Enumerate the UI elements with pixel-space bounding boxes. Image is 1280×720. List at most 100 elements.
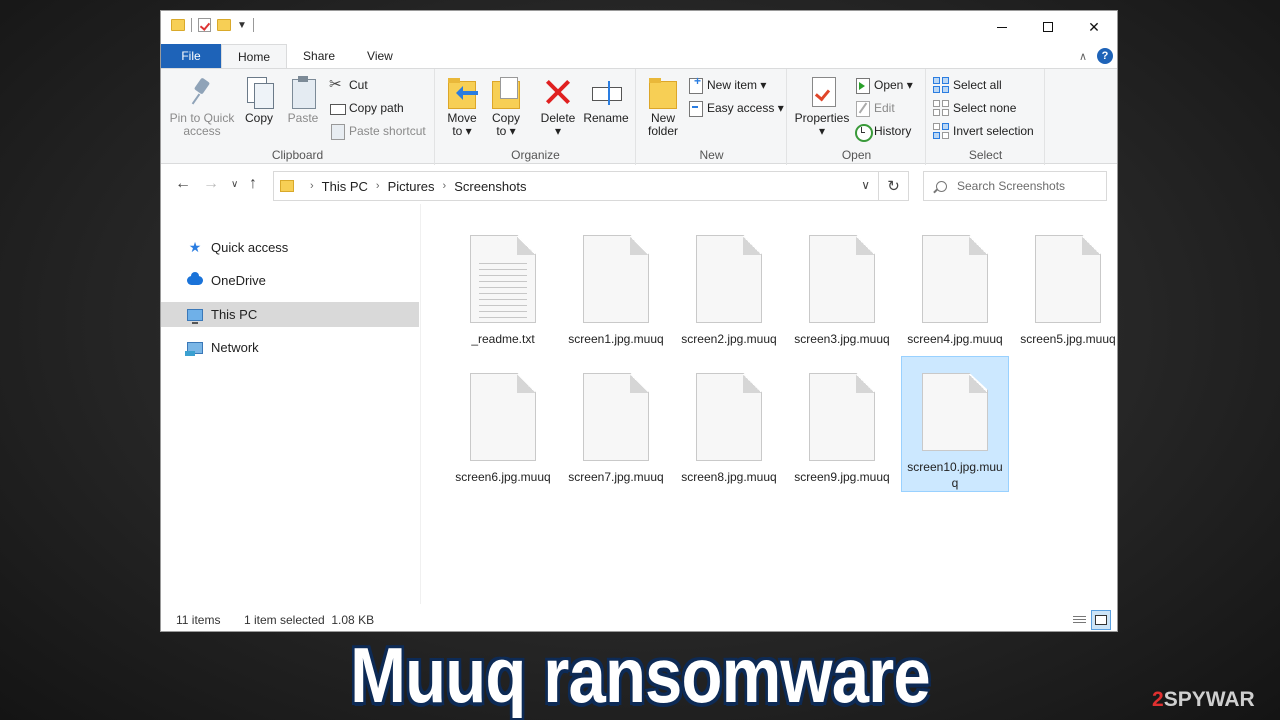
select-all-button[interactable]: Select all [933,75,1002,95]
select-group-label: Select [968,148,1003,162]
chevron-right-icon[interactable]: › [310,180,314,192]
file-item[interactable]: screen2.jpg.muuq [675,218,783,354]
copy-to-button[interactable]: Copy to ▾ [486,75,526,138]
paste-button[interactable]: Paste [283,75,323,125]
help-icon[interactable]: ? [1097,48,1113,64]
toolbar-separator [191,18,192,32]
large-icons-view-button[interactable] [1091,610,1111,630]
file-item[interactable]: screen5.jpg.muuq [1014,218,1117,354]
file-name: screen9.jpg.muuq [794,470,890,484]
paste-icon [287,75,319,109]
file-item[interactable]: screen10.jpg.muuq [901,356,1009,492]
minimize-ribbon-icon[interactable]: ∧ [1079,50,1087,63]
chevron-right-icon[interactable]: › [376,180,380,192]
delete-icon [542,75,574,109]
invert-selection-icon [933,123,949,139]
file-item[interactable]: screen6.jpg.muuq [449,356,557,492]
ribbon-right-icons: ∧ ? [1079,48,1113,64]
new-folder-label-line2: folder [647,124,679,138]
select-none-button[interactable]: Select none [933,98,1016,118]
cut-button[interactable]: Cut [329,75,368,95]
chevron-right-icon[interactable]: › [443,180,447,192]
monitor-icon [187,308,203,324]
pin-to-quick-access-button[interactable]: Pin to Quick access [169,75,235,138]
edit-button[interactable]: Edit [854,98,895,118]
new-folder-icon[interactable] [217,19,231,31]
paste-shortcut-button[interactable]: Paste shortcut [329,121,426,141]
refresh-button[interactable]: ↻ [879,171,909,201]
back-button[interactable]: ← [175,175,191,193]
invert-selection-button[interactable]: Invert selection [933,121,1034,141]
scissors-icon [329,75,345,93]
file-explorer-window: ▼ ✕ File Home Share View ∧ ? Pin to Quic… [160,10,1118,632]
blank-file-icon [922,235,988,323]
easy-access-label: Easy access ▾ [707,101,784,115]
open-label: Open ▾ [874,78,913,92]
copy-icon [243,75,275,109]
nav-item-label: OneDrive [211,273,266,288]
recent-locations-button[interactable]: ∨ [231,179,238,190]
clipboard-group: Pin to Quick access Copy Paste Cut Copy … [161,69,435,165]
file-name: screen1.jpg.muuq [568,332,664,346]
tab-file[interactable]: File [161,44,221,68]
file-item[interactable]: screen3.jpg.muuq [788,218,896,354]
properties-button[interactable]: Properties ▾ [792,75,852,138]
open-group-label: Open [841,148,872,162]
up-button[interactable]: ↑ [249,175,257,193]
text-file-icon [470,235,536,323]
forward-button[interactable]: → [203,175,219,193]
new-folder-button[interactable]: New folder [643,75,683,138]
chevron-down-icon[interactable]: ∨ [861,178,870,192]
history-button[interactable]: History [854,121,911,142]
move-to-label-line2: to ▾ [452,124,472,138]
copy-button[interactable]: Copy [239,75,279,125]
file-name: screen8.jpg.muuq [681,470,777,484]
nav-item-network[interactable]: Network [161,335,419,360]
file-item[interactable]: screen7.jpg.muuq [562,356,670,492]
tab-share[interactable]: Share [287,44,351,68]
rename-button[interactable]: Rename [582,75,630,125]
open-icon [854,77,870,94]
file-item[interactable]: _readme.txt [449,218,557,354]
customize-toolbar-icon[interactable]: ▼ [237,20,247,31]
network-icon [185,341,203,356]
address-bar[interactable]: › This PC › Pictures › Screenshots ∨ [273,171,879,201]
maximize-button[interactable] [1025,11,1071,43]
open-button[interactable]: Open ▾ [854,75,913,95]
breadcrumb-screenshots[interactable]: Screenshots [454,179,526,194]
copy-path-button[interactable]: Copy path [329,98,404,118]
file-item[interactable]: screen1.jpg.muuq [562,218,670,354]
search-input[interactable]: Search Screenshots [923,171,1107,201]
organize-group: Move to ▾ Copy to ▾ Delete ▾ Rename Orga… [436,69,636,165]
pin-icon [186,75,218,109]
file-item[interactable]: screen9.jpg.muuq [788,356,896,492]
banner-title: Muuq ransomware [350,631,931,719]
new-item-button[interactable]: New item ▾ [687,74,766,95]
tab-home[interactable]: Home [221,44,288,68]
file-name: screen3.jpg.muuq [794,332,890,346]
nav-item-this-pc[interactable]: This PC [161,302,419,327]
properties-icon[interactable] [198,18,211,32]
blank-file-icon [583,235,649,323]
move-to-button[interactable]: Move to ▾ [442,75,482,138]
nav-item-quick-access[interactable]: ★ Quick access [161,235,419,260]
details-view-button[interactable] [1069,610,1089,630]
minimize-button[interactable] [979,11,1025,43]
nav-item-onedrive[interactable]: OneDrive [161,268,419,293]
folder-icon [171,19,185,31]
easy-access-button[interactable]: Easy access ▾ [687,98,784,118]
close-button[interactable]: ✕ [1071,11,1117,43]
easy-access-icon [687,100,703,117]
selection-info: 1 item selected 1.08 KB [244,613,375,627]
tab-view[interactable]: View [351,44,409,68]
delete-button[interactable]: Delete ▾ [536,75,580,138]
breadcrumb-this-pc[interactable]: This PC [322,179,368,194]
breadcrumb-pictures[interactable]: Pictures [388,179,435,194]
file-item[interactable]: screen8.jpg.muuq [675,356,783,492]
star-icon: ★ [188,239,202,255]
file-name: _readme.txt [471,332,535,346]
blank-file-icon [583,373,649,461]
quick-access-toolbar: ▼ [171,18,254,32]
file-item[interactable]: screen4.jpg.muuq [901,218,1009,354]
nav-item-label: Quick access [211,240,289,255]
